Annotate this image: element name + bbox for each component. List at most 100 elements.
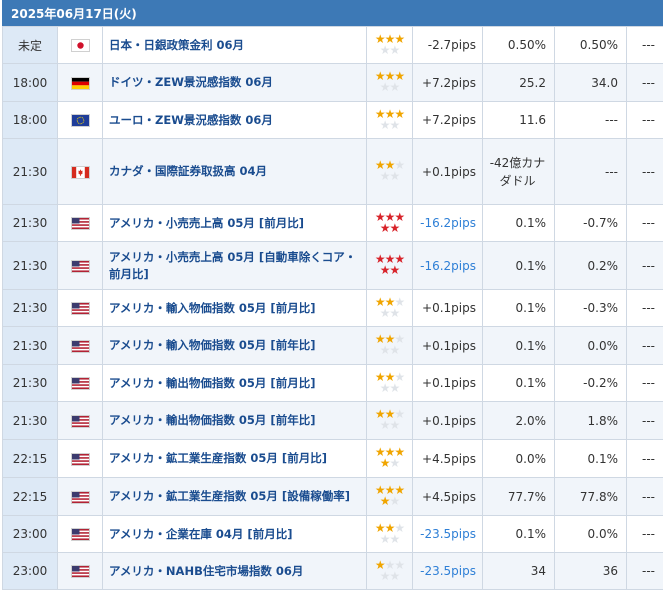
event-time: 21:30: [2, 204, 58, 242]
indicator-link[interactable]: アメリカ・企業在庫 04月 [前月比]: [102, 515, 367, 553]
us-flag-icon: [71, 303, 89, 314]
event-time: 21:30: [2, 138, 58, 205]
star-rating-icon: ★★★ ★★: [374, 106, 405, 132]
importance-stars: ★★★ ★★: [366, 63, 413, 102]
star-rating-icon: ★★★ ★★: [374, 158, 405, 183]
us-flag-icon: [71, 491, 89, 503]
star-rating-icon: ★★★ ★★: [374, 557, 405, 583]
indicator-link[interactable]: アメリカ・輸出物価指数 05月 [前年比]: [102, 401, 367, 440]
result-value: 77.7%: [482, 477, 555, 516]
pips-change: +7.2pips: [412, 63, 483, 102]
importance-stars: ★★★ ★★: [366, 401, 413, 440]
importance-stars: ★★★ ★★: [366, 552, 413, 590]
indicator-link[interactable]: 日本・日銀政策金利 06月: [102, 26, 367, 64]
event-time: 22:15: [2, 477, 58, 516]
event-row: 21:30 カナダ・国際証券取扱高 04月 ★★★ ★★ +0.1pips -42億カナダ…: [2, 138, 663, 205]
forecast-value: 1.8%: [554, 401, 627, 440]
star-rating-icon: ★★★ ★★: [374, 445, 405, 470]
event-row: 23:00 アメリカ・企業在庫 04月 [前月比] ★★★ ★★ -23.5pips 0.…: [2, 515, 663, 553]
indicator-link[interactable]: アメリカ・鉱工業生産指数 05月 [設備稼働率]: [102, 477, 367, 516]
result-value: 25.2: [482, 63, 555, 102]
indicator-link[interactable]: ドイツ・ZEW景況感指数 06月: [102, 63, 367, 102]
importance-stars: ★★★ ★★: [366, 26, 413, 64]
previous-value: ---: [626, 289, 663, 327]
previous-value: ---: [626, 477, 663, 516]
forecast-value: 0.0%: [554, 515, 627, 553]
event-time: 23:00: [2, 515, 58, 553]
pips-change: +0.1pips: [412, 326, 483, 365]
country-flag: [57, 552, 103, 590]
forecast-value: 77.8%: [554, 477, 627, 516]
pips-change: +4.5pips: [412, 439, 483, 478]
ca-flag-icon: [71, 166, 89, 178]
indicator-link[interactable]: アメリカ・NAHB住宅市場指数 06月: [102, 552, 367, 590]
event-row: 18:00 ドイツ・ZEW景況感指数 06月 ★★★ ★★ +7.2pips 25.2 34…: [2, 63, 663, 102]
previous-value: ---: [626, 401, 663, 440]
previous-value: ---: [626, 26, 663, 64]
forecast-value: 36: [554, 552, 627, 590]
country-flag: [57, 439, 103, 478]
us-flag-icon: [71, 453, 89, 465]
indicator-link[interactable]: アメリカ・輸入物価指数 05月 [前月比]: [102, 289, 367, 327]
indicator-link[interactable]: カナダ・国際証券取扱高 04月: [102, 138, 367, 205]
importance-stars: ★★★ ★★: [366, 204, 413, 242]
result-value: 2.0%: [482, 401, 555, 440]
result-value: 0.1%: [482, 289, 555, 327]
importance-stars: ★★★ ★★: [366, 241, 413, 290]
event-time: 21:30: [2, 326, 58, 365]
indicator-link[interactable]: アメリカ・輸入物価指数 05月 [前年比]: [102, 326, 367, 365]
event-row: 22:15 アメリカ・鉱工業生産指数 05月 [前月比] ★★★ ★★ +4.5pips…: [2, 439, 663, 478]
result-value: 0.1%: [482, 364, 555, 402]
forecast-value: 34.0: [554, 63, 627, 102]
indicator-link[interactable]: アメリカ・輸出物価指数 05月 [前月比]: [102, 364, 367, 402]
pips-change: +0.1pips: [412, 364, 483, 402]
result-value: -42億カナダドル: [482, 138, 555, 205]
de-flag-icon: [71, 77, 89, 89]
us-flag-icon: [71, 260, 89, 272]
pips-change: -23.5pips: [412, 552, 483, 590]
previous-value: ---: [626, 63, 663, 102]
events-table: 未定 日本・日銀政策金利 06月 ★★★ ★★ -2.7pips 0.50% 0.50% --…: [2, 26, 663, 590]
importance-stars: ★★★ ★★: [366, 477, 413, 516]
result-value: 34: [482, 552, 555, 590]
result-value: 0.0%: [482, 439, 555, 478]
country-flag: [57, 289, 103, 327]
previous-value: ---: [626, 326, 663, 365]
us-flag-icon: [71, 340, 89, 352]
previous-value: ---: [626, 439, 663, 478]
pips-change: -23.5pips: [412, 515, 483, 553]
importance-stars: ★★★ ★★: [366, 515, 413, 553]
us-flag-icon: [71, 415, 89, 427]
economic-calendar: 2025年06月17日(火) 未定 日本・日銀政策金利 06月 ★★★ ★★ -2.7p…: [2, 0, 663, 590]
result-value: 11.6: [482, 101, 555, 139]
indicator-link[interactable]: ユーロ・ZEW景況感指数 06月: [102, 101, 367, 139]
event-row: 18:00 ユーロ・ZEW景況感指数 06月 ★★★ ★★ +7.2pips 11.6 --…: [2, 101, 663, 139]
event-time: 21:30: [2, 401, 58, 440]
pips-change: -16.2pips: [412, 204, 483, 242]
indicator-link[interactable]: アメリカ・鉱工業生産指数 05月 [前月比]: [102, 439, 367, 478]
result-value: 0.1%: [482, 515, 555, 553]
event-time: 18:00: [2, 63, 58, 102]
forecast-value: 0.1%: [554, 439, 627, 478]
forecast-value: 0.50%: [554, 26, 627, 64]
importance-stars: ★★★ ★★: [366, 326, 413, 365]
us-flag-icon: [71, 378, 89, 389]
event-time: 23:00: [2, 552, 58, 590]
country-flag: [57, 63, 103, 102]
country-flag: [57, 138, 103, 205]
star-rating-icon: ★★★ ★★: [374, 369, 405, 395]
country-flag: [57, 241, 103, 290]
indicator-link[interactable]: アメリカ・小売売上高 05月 [自動車除くコア・前月比]: [102, 241, 367, 290]
country-flag: [57, 204, 103, 242]
country-flag: [57, 401, 103, 440]
previous-value: ---: [626, 204, 663, 242]
event-time: 21:30: [2, 364, 58, 402]
importance-stars: ★★★ ★★: [366, 289, 413, 327]
event-time: 21:30: [2, 289, 58, 327]
importance-stars: ★★★ ★★: [366, 364, 413, 402]
event-row: 21:30 アメリカ・小売売上高 05月 [自動車除くコア・前月比] ★★★ ★★ -1…: [2, 241, 663, 290]
previous-value: ---: [626, 101, 663, 139]
star-rating-icon: ★★★ ★★: [374, 31, 405, 57]
indicator-link[interactable]: アメリカ・小売売上高 05月 [前月比]: [102, 204, 367, 242]
pips-change: -16.2pips: [412, 241, 483, 290]
